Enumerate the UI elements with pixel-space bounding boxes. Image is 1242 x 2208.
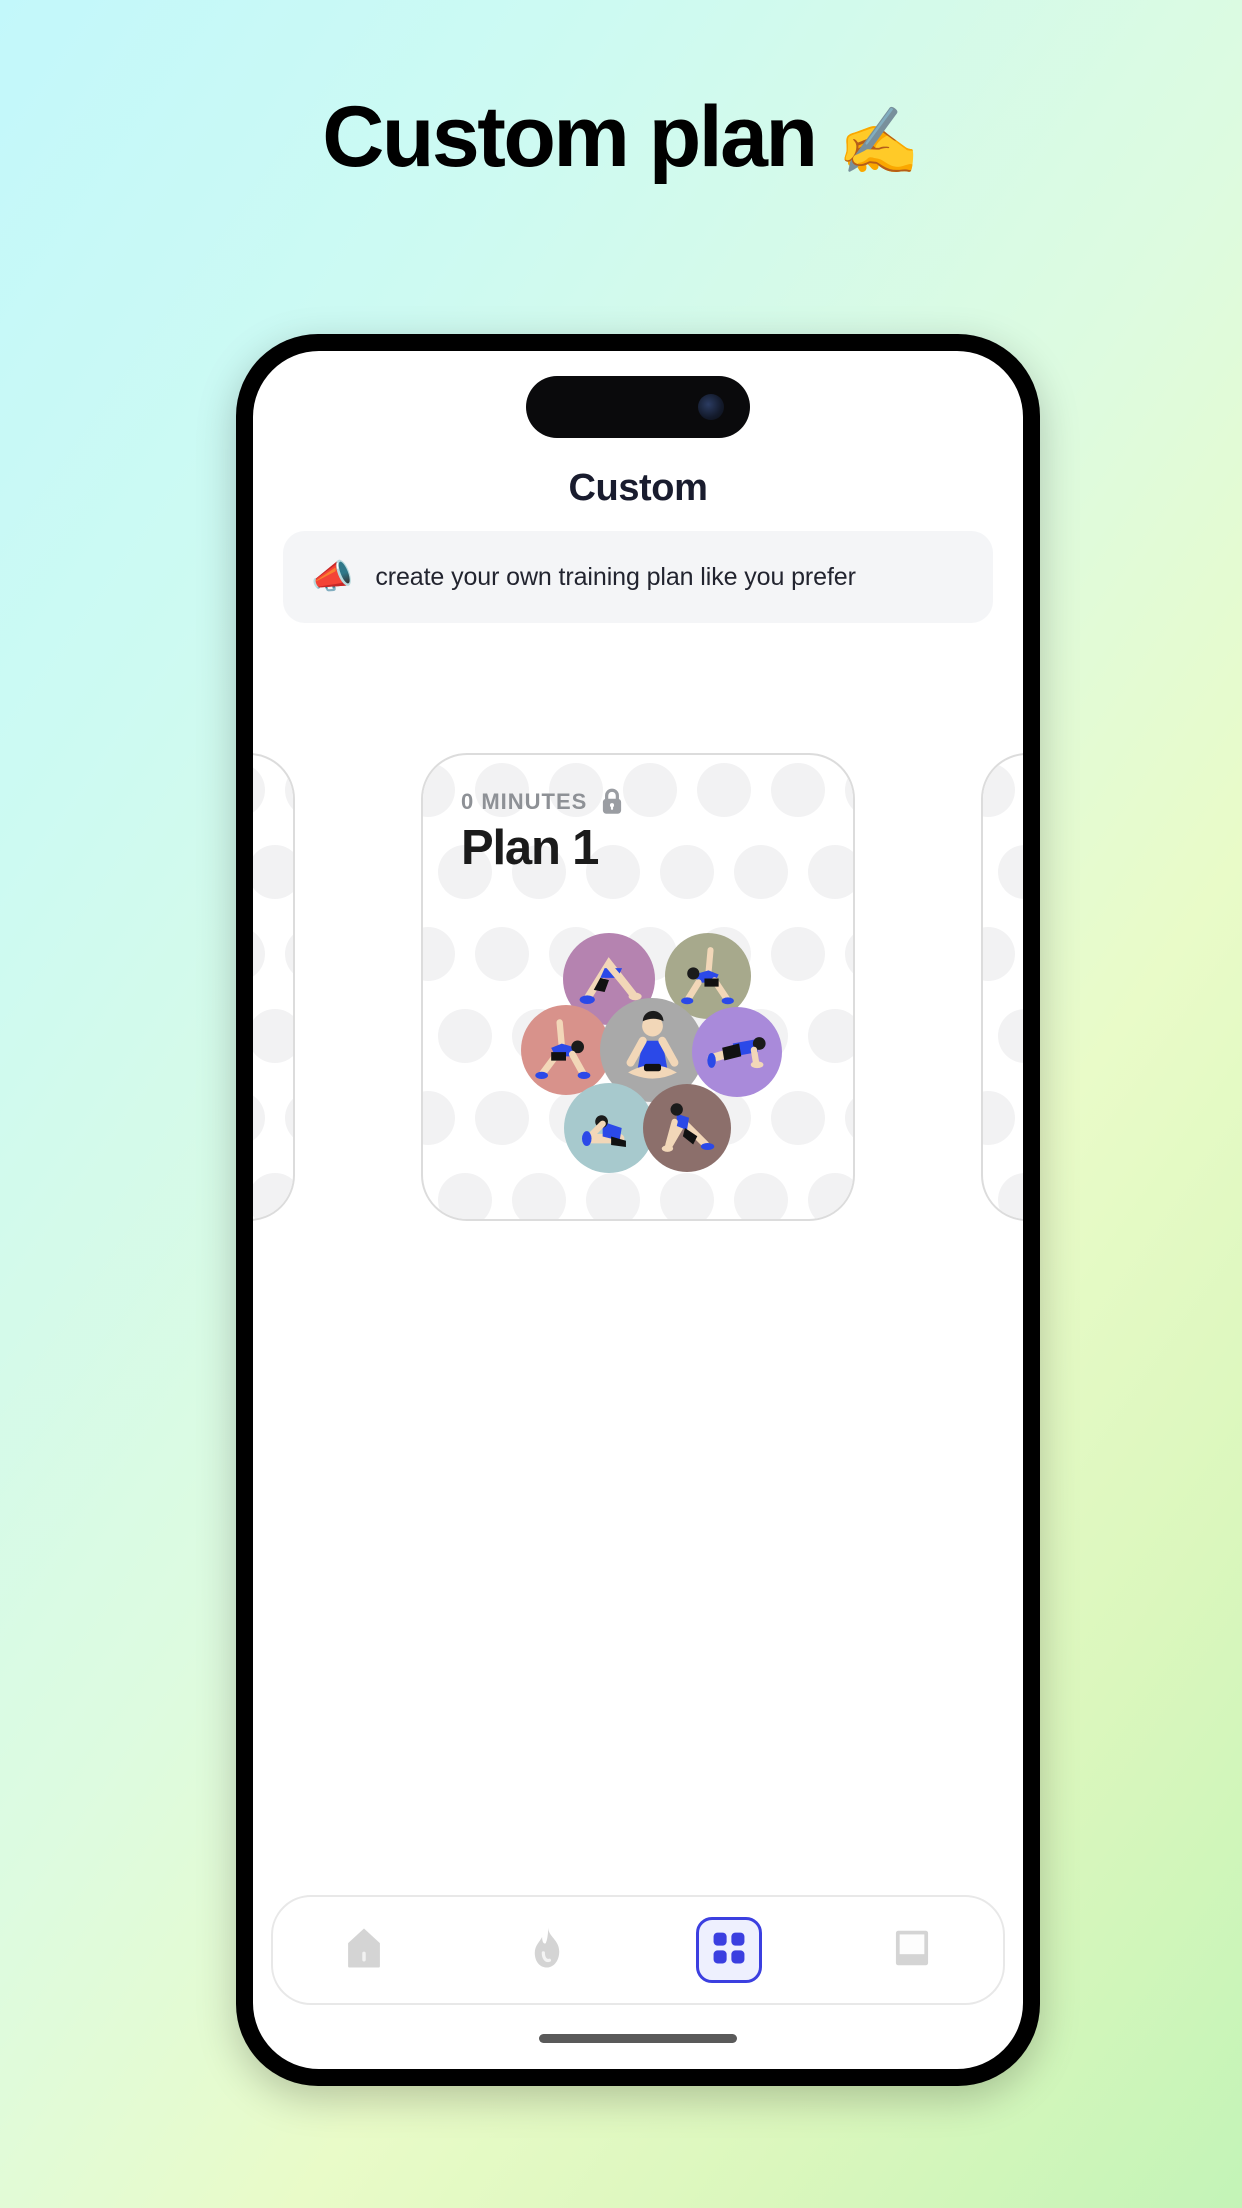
decorative-dot (285, 927, 293, 981)
decorative-dot (983, 927, 1015, 981)
decorative-dot (285, 763, 293, 817)
plan-card-previous[interactable] (253, 753, 295, 1221)
screen-header-title: Custom (568, 467, 708, 509)
exercise-cluster (423, 755, 853, 1219)
decorative-dot (285, 1091, 293, 1145)
flame-icon (527, 1926, 567, 1975)
decorative-dot (253, 763, 265, 817)
decorative-dot (983, 1091, 1015, 1145)
exercise-triangle-stretch[interactable] (521, 1005, 611, 1095)
dynamic-island (526, 376, 750, 438)
front-camera-lens (698, 394, 724, 420)
megaphone-icon: 📣 (311, 558, 354, 596)
decorative-dot (983, 763, 1015, 817)
exercise-cobra-stretch[interactable] (643, 1084, 731, 1172)
decorative-dot (253, 1009, 293, 1063)
tab-workout[interactable] (456, 1897, 639, 2003)
decorative-dot (998, 845, 1023, 899)
decorative-dot (253, 927, 265, 981)
tab-home[interactable] (273, 1897, 456, 2003)
exercise-plank[interactable] (692, 1007, 782, 1097)
home-icon (344, 1926, 384, 1975)
phone-screen: Custom 📣 create your own training plan l… (253, 351, 1023, 2069)
plan-card[interactable]: 0 MINUTES Plan 1 (421, 753, 855, 1221)
info-banner-text: create your own training plan like you p… (375, 562, 856, 591)
decorative-dot (253, 845, 293, 899)
page-title-text: Custom plan (322, 89, 818, 185)
plan-carousel[interactable]: 0 MINUTES Plan 1 (253, 753, 1023, 1223)
writing-hand-emoji: ✍️ (837, 104, 920, 178)
info-banner: 📣 create your own training plan like you… (283, 531, 993, 623)
decorative-dot (998, 1009, 1023, 1063)
tab-plans[interactable] (638, 1897, 821, 2003)
plan-card-next[interactable] (981, 753, 1023, 1221)
home-indicator (539, 2034, 737, 2043)
dot-grid-decoration (983, 755, 1023, 1219)
window-icon (891, 1927, 933, 1974)
exercise-seated-forward-fold[interactable] (564, 1083, 654, 1173)
grid-icon (710, 1929, 748, 1972)
decorative-dot (253, 1091, 265, 1145)
tab-profile[interactable] (821, 1897, 1004, 2003)
bottom-tab-bar (271, 1895, 1005, 2005)
decorative-dot (998, 1173, 1023, 1219)
phone-frame: Custom 📣 create your own training plan l… (236, 334, 1040, 2086)
dot-grid-decoration (253, 755, 293, 1219)
decorative-dot (253, 1173, 293, 1219)
page-title: Custom plan ✍️ (0, 94, 1242, 180)
